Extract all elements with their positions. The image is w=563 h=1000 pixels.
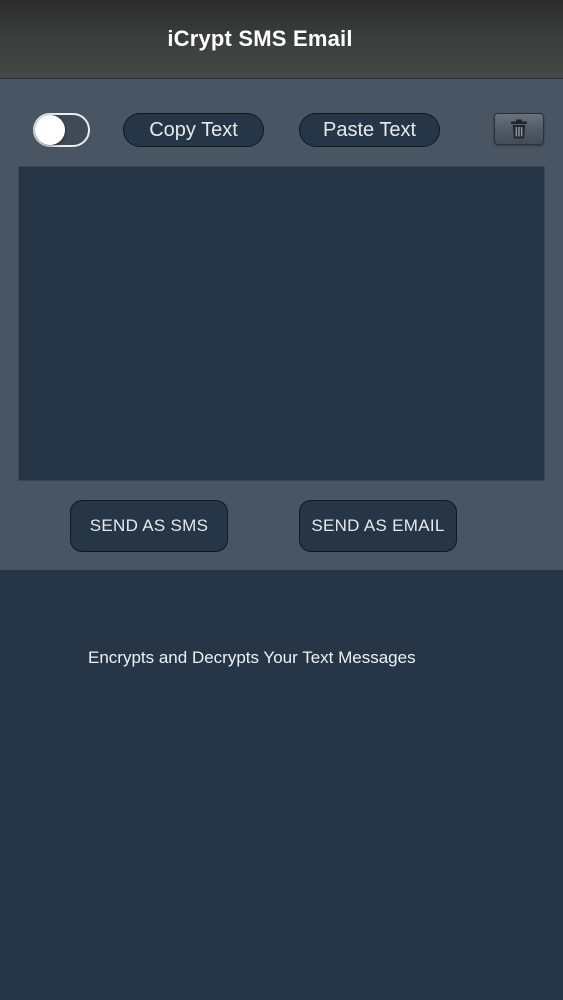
send-as-sms-button[interactable]: SEND AS SMS xyxy=(70,500,228,552)
send-as-email-button[interactable]: SEND AS EMAIL xyxy=(299,500,457,552)
app-tagline: Encrypts and Decrypts Your Text Messages xyxy=(88,648,416,667)
paste-text-button[interactable]: Paste Text xyxy=(299,113,440,147)
navigation-bar: iCrypt SMS Email xyxy=(0,0,563,79)
page-title: iCrypt SMS Email xyxy=(167,26,353,51)
trash-icon xyxy=(511,119,527,139)
copy-text-button[interactable]: Copy Text xyxy=(123,113,264,147)
message-textarea[interactable] xyxy=(18,166,545,481)
toggle-knob xyxy=(35,115,65,145)
clear-button[interactable] xyxy=(494,113,544,145)
encrypt-toggle[interactable] xyxy=(33,113,90,147)
app-screen: iCrypt SMS Email Copy Text Paste Text SE… xyxy=(0,0,563,1000)
